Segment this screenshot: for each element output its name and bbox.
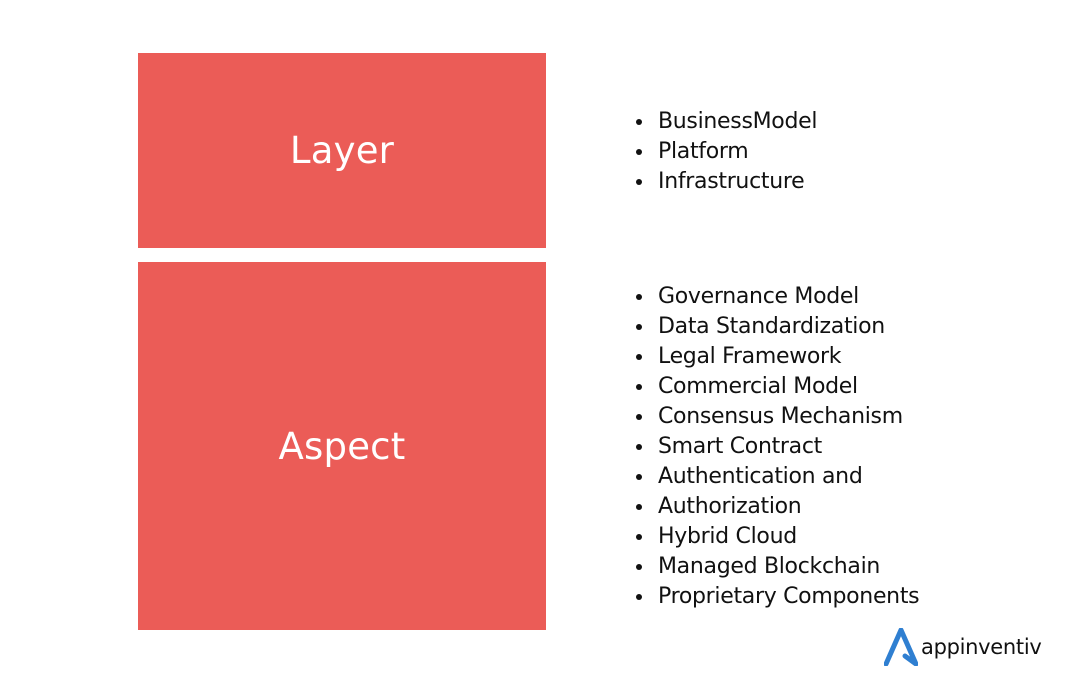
bullet-icon [636,534,642,540]
bullet-icon [636,179,642,185]
list-item-text: Governance Model [658,284,859,309]
bullet-icon [636,594,642,600]
aspect-box-label: Aspect [278,424,406,468]
bullet-icon [636,564,642,570]
bullet-icon [636,414,642,420]
list-item-text: BusinessModel [658,109,818,134]
bullet-icon [636,444,642,450]
list-item-text: Platform [658,139,749,164]
bullet-icon [636,504,642,510]
list-item-text: Authentication and [658,464,863,489]
list-item-text: Hybrid Cloud [658,524,797,549]
list-item: Governance Model [636,282,919,312]
list-item-text: Authorization [658,494,802,519]
list-item-text: Data Standardization [658,314,885,339]
list-item: Platform [636,137,817,167]
appinventiv-logo: appinventiv [884,628,1042,666]
bullet-icon [636,294,642,300]
list-item: Consensus Mechanism [636,402,919,432]
list-item-text: Infrastructure [658,169,805,194]
layer-box-label: Layer [289,129,395,172]
list-item-text: Proprietary Components [658,584,920,609]
list-item-text: Legal Framework [658,344,842,369]
logo-text: appinventiv [921,635,1042,659]
list-item: Commercial Model [636,372,919,402]
list-item: Legal Framework [636,342,919,372]
list-item: Smart Contract [636,432,919,462]
bullet-icon [636,119,642,125]
list-item-text: Smart Contract [658,434,822,459]
list-item: Infrastructure [636,167,817,197]
list-item: Authorization [636,492,919,522]
bullet-icon [636,384,642,390]
bullet-icon [636,354,642,360]
list-item: Authentication and [636,462,919,492]
list-item: Hybrid Cloud [636,522,919,552]
list-item: Proprietary Components [636,582,920,612]
aspect-box: Aspect [138,262,546,630]
list-item-text: Consensus Mechanism [658,404,903,429]
list-item: Data Standardization [636,312,919,342]
bullet-icon [636,474,642,480]
aspect-items-list: Governance Model Data Standardization Le… [636,282,920,612]
list-item-text: Commercial Model [658,374,858,399]
list-item: Managed Blockchain [636,552,919,582]
layer-items-list: BusinessModel Platform Infrastructure [636,107,817,197]
list-item-text: Managed Blockchain [658,554,881,579]
list-item: BusinessModel [636,107,817,137]
layer-box: Layer [138,53,546,248]
bullet-icon [636,324,642,330]
appinventiv-a-logo-icon [884,628,918,666]
bullet-icon [636,149,642,155]
